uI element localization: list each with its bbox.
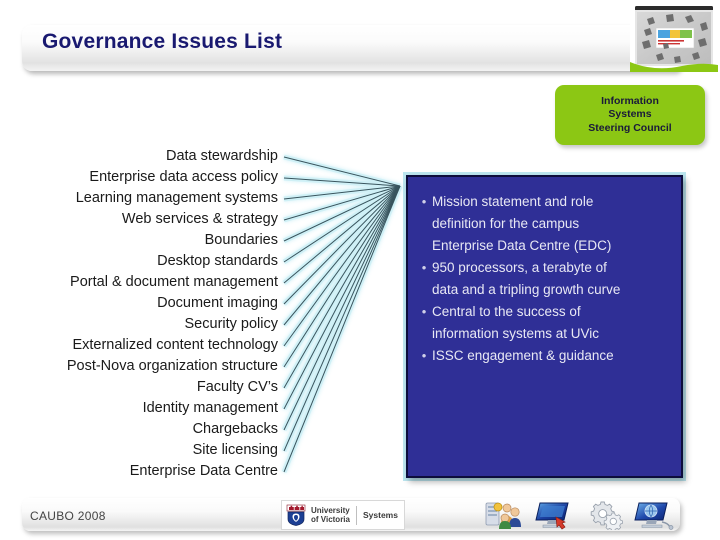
edc-detail-panel: • Mission statement and role definition … xyxy=(406,175,683,478)
list-item[interactable]: Site licensing xyxy=(10,440,278,461)
list-item[interactable]: Enterprise data access policy xyxy=(10,167,278,188)
bullet-text: Central to the success of information sy… xyxy=(432,304,600,341)
list-item[interactable]: Web services & strategy xyxy=(10,209,278,230)
monitor-with-arrow-icon xyxy=(535,502,569,529)
slide-canvas: Governance Issues List Information Syste… xyxy=(0,0,720,540)
conference-label: CAUBO 2008 xyxy=(30,509,106,523)
bullet-text: ISSC engagement & guidance xyxy=(432,348,614,363)
gears-icon xyxy=(590,501,623,530)
list-item[interactable]: Portal & document management xyxy=(10,272,278,293)
department-name: Systems xyxy=(362,510,398,520)
footer-icon-cluster xyxy=(484,498,680,531)
bullet-icon: • xyxy=(421,260,427,275)
list-item[interactable]: Document imaging xyxy=(10,293,278,314)
university-name: University of Victoria xyxy=(311,505,357,525)
governance-issue-list: Data stewardship Enterprise data access … xyxy=(10,146,278,482)
bullet-icon: • xyxy=(421,194,427,209)
bullet-icon: • xyxy=(421,304,427,319)
uvic-crest-icon xyxy=(286,504,306,526)
bullet-text: Mission statement and role definition fo… xyxy=(432,194,612,253)
list-item[interactable]: Desktop standards xyxy=(10,251,278,272)
list-item[interactable]: Chargebacks xyxy=(10,419,278,440)
users-and-server-icon xyxy=(485,502,521,529)
list-item[interactable]: Learning management systems xyxy=(10,188,278,209)
list-item[interactable]: Enterprise Data Centre xyxy=(10,461,278,482)
monitor-with-globe-icon xyxy=(634,502,674,530)
list-item[interactable]: Faculty CV’s xyxy=(10,377,278,398)
green-box-label: Information Systems Steering Council xyxy=(588,94,672,134)
list-item[interactable]: Post-Nova organization structure xyxy=(10,356,278,377)
bullet-item: • 950 processors, a terabyte of data and… xyxy=(416,257,669,301)
bullet-text: 950 processors, a terabyte of data and a… xyxy=(432,260,621,297)
list-item[interactable]: Security policy xyxy=(10,314,278,335)
projector-screen-photo xyxy=(630,2,718,72)
list-item[interactable]: Data stewardship xyxy=(10,146,278,167)
list-item[interactable]: Boundaries xyxy=(10,230,278,251)
list-item[interactable]: Externalized content technology xyxy=(10,335,278,356)
bullet-item: • Mission statement and role definition … xyxy=(416,191,669,257)
list-item[interactable]: Identity management xyxy=(10,398,278,419)
page-title: Governance Issues List xyxy=(42,30,283,53)
bullet-icon: • xyxy=(421,348,427,363)
uvic-logo: University of Victoria Systems xyxy=(281,500,405,530)
status-badge-issc: Information Systems Steering Council xyxy=(555,85,705,145)
bullet-item: • Central to the success of information … xyxy=(416,301,669,345)
bullet-item: • ISSC engagement & guidance xyxy=(416,345,669,367)
